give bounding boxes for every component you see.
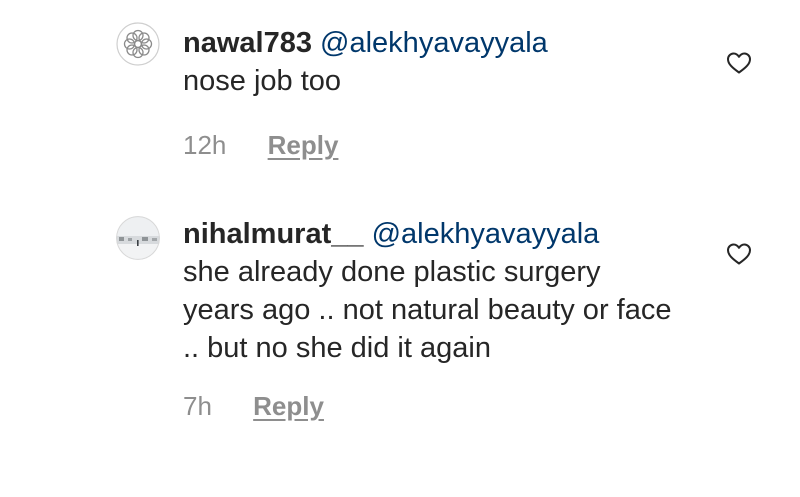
heart-icon[interactable] <box>726 51 752 75</box>
comment-timestamp: 12h <box>183 130 227 160</box>
comment-body: nihalmurat__ @alekhyavayyala she already… <box>183 215 683 423</box>
comment-mention[interactable]: @alekhyavayyala <box>320 27 548 59</box>
comment-text: nose job too <box>183 65 342 97</box>
comment-meta: 7h Reply <box>183 389 683 423</box>
flower-avatar-icon <box>116 22 160 66</box>
comment-header: nihalmurat__ @alekhyavayyala <box>183 215 683 253</box>
reply-button[interactable]: Reply <box>268 130 339 160</box>
avatar[interactable] <box>116 22 160 66</box>
comment-username[interactable]: nawal783 <box>183 27 312 59</box>
comment-header: nawal783 @alekhyavayyala <box>183 24 683 62</box>
comment-mention[interactable]: @alekhyavayyala <box>372 218 600 250</box>
heart-icon[interactable] <box>726 242 752 266</box>
reply-button[interactable]: Reply <box>253 391 324 421</box>
comment-text: she already done plastic surgery years a… <box>183 256 672 364</box>
avatar[interactable] <box>116 216 160 260</box>
comment-body: nawal783 @alekhyavayyala nose job too 12… <box>183 24 683 162</box>
comment-timestamp: 7h <box>183 391 212 421</box>
comment-meta: 12h Reply <box>183 128 683 162</box>
snowy-landscape-avatar-icon <box>116 216 160 260</box>
comment-username[interactable]: nihalmurat__ <box>183 218 364 250</box>
